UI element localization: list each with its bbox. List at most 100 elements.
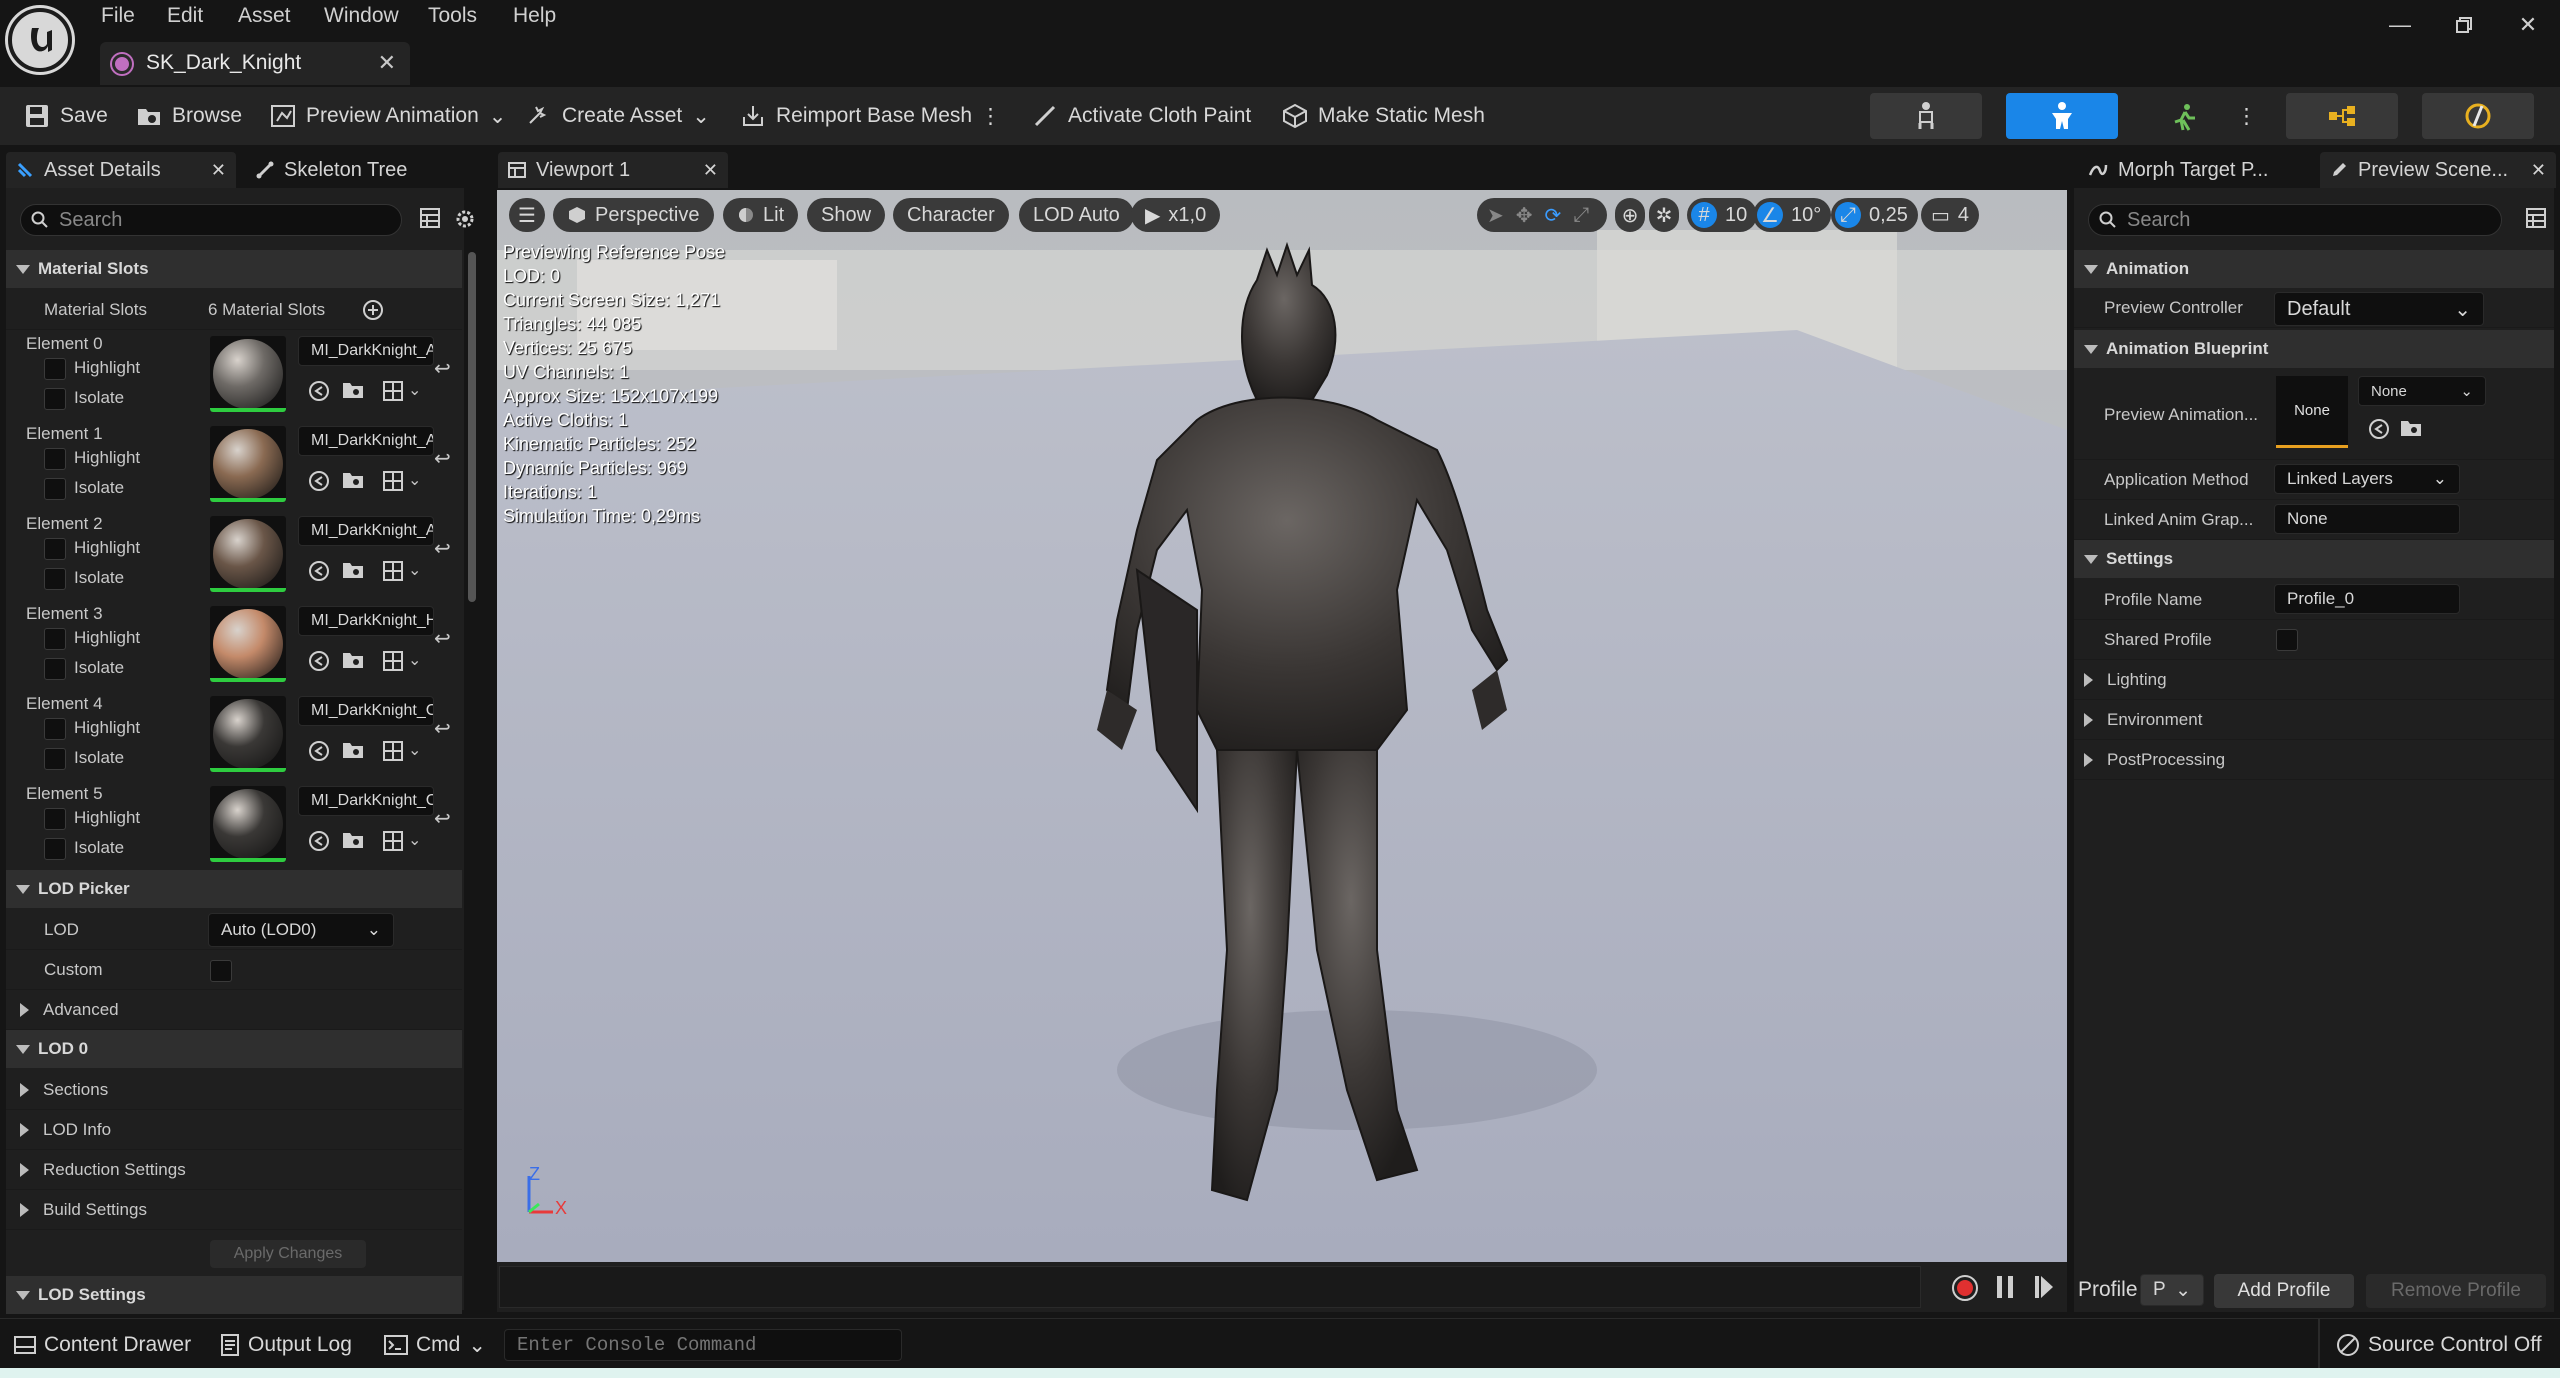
- browse-button[interactable]: Browse: [136, 95, 242, 137]
- menu-asset[interactable]: Asset: [238, 4, 291, 34]
- chevron-down-icon[interactable]: ⌄: [408, 740, 421, 760]
- isolate-checkbox[interactable]: [44, 478, 66, 500]
- chevron-down-icon[interactable]: ⌄: [408, 830, 421, 850]
- menu-window[interactable]: Window: [324, 4, 399, 34]
- perspective-button[interactable]: Perspective: [553, 198, 714, 232]
- material-options-icon[interactable]: [382, 830, 404, 852]
- use-selected-icon[interactable]: [2368, 418, 2390, 440]
- highlight-checkbox[interactable]: [44, 808, 66, 830]
- material-dropdown[interactable]: MI_DarkKnight_A: [298, 426, 434, 456]
- application-method-dropdown[interactable]: Linked Layers ⌄: [2274, 464, 2460, 494]
- material-options-icon[interactable]: [382, 380, 404, 402]
- 3d-viewport[interactable]: ☰ Perspective Lit Show Character LOD Aut…: [497, 190, 2067, 1262]
- environment-row[interactable]: Environment: [2074, 700, 2554, 740]
- tab-preview-scene-settings[interactable]: Preview Scene... ✕: [2320, 152, 2556, 188]
- apply-changes-button[interactable]: Apply Changes: [210, 1240, 366, 1268]
- save-button[interactable]: Save: [24, 95, 108, 137]
- cmd-dropdown[interactable]: Cmd ⌄: [384, 1329, 486, 1361]
- preview-animation-button[interactable]: Preview Animation ⌄: [270, 95, 506, 137]
- browse-folder-icon[interactable]: [342, 830, 364, 850]
- material-dropdown[interactable]: MI_DarkKnight_C: [298, 696, 434, 726]
- material-options-icon[interactable]: [382, 560, 404, 582]
- chevron-down-icon[interactable]: ⌄: [408, 380, 421, 400]
- reset-to-default-icon[interactable]: ↩: [434, 716, 451, 741]
- source-control-button[interactable]: Source Control Off: [2336, 1329, 2542, 1361]
- preview-animation-dropdown[interactable]: None ⌄: [2358, 376, 2486, 406]
- content-drawer-button[interactable]: Content Drawer: [14, 1329, 191, 1361]
- preview-animation-thumbnail[interactable]: None: [2276, 376, 2348, 448]
- material-thumbnail[interactable]: [210, 606, 286, 682]
- isolate-checkbox[interactable]: [44, 838, 66, 860]
- lighting-row[interactable]: Lighting: [2074, 660, 2554, 700]
- menu-edit[interactable]: Edit: [167, 4, 203, 34]
- close-tab-icon[interactable]: ✕: [211, 160, 226, 181]
- show-button[interactable]: Show: [807, 198, 886, 232]
- material-thumbnail[interactable]: [210, 426, 286, 502]
- reset-to-default-icon[interactable]: ↩: [434, 446, 451, 471]
- record-icon[interactable]: [1951, 1274, 1979, 1302]
- unreal-logo-icon[interactable]: [8, 8, 72, 72]
- isolate-checkbox[interactable]: [44, 658, 66, 680]
- rotation-snap-button[interactable]: ∠ 10°: [1753, 198, 1832, 232]
- material-thumbnail[interactable]: [210, 786, 286, 862]
- create-asset-button[interactable]: Create Asset ⌄: [526, 95, 710, 137]
- mesh-mode-button[interactable]: [2006, 93, 2118, 139]
- character-button[interactable]: Character: [893, 198, 1009, 232]
- physics-mode-button[interactable]: [2422, 93, 2534, 139]
- preview-scene-search-input[interactable]: Search: [2088, 204, 2502, 236]
- use-selected-icon[interactable]: [308, 380, 330, 402]
- skeleton-mode-button[interactable]: [1870, 93, 1982, 139]
- browse-folder-icon[interactable]: [342, 380, 364, 400]
- lod0-sections-row[interactable]: Sections: [6, 1070, 462, 1110]
- output-log-button[interactable]: Output Log: [220, 1329, 352, 1361]
- make-static-mesh-button[interactable]: Make Static Mesh: [1282, 95, 1485, 137]
- reset-to-default-icon[interactable]: ↩: [434, 356, 451, 381]
- blueprint-mode-button[interactable]: [2286, 93, 2398, 139]
- step-forward-icon[interactable]: [2033, 1274, 2055, 1300]
- material-dropdown[interactable]: MI_DarkKnight_A: [298, 336, 434, 366]
- reset-to-default-icon[interactable]: ↩: [434, 626, 451, 651]
- profile-select[interactable]: P ⌄: [2140, 1274, 2204, 1306]
- scale-tool-icon[interactable]: ⤢: [1573, 204, 1589, 227]
- use-selected-icon[interactable]: [308, 470, 330, 492]
- settings-gear-icon[interactable]: [454, 208, 476, 230]
- isolate-checkbox[interactable]: [44, 568, 66, 590]
- tab-skeleton-tree[interactable]: Skeleton Tree: [246, 152, 466, 188]
- close-tab-icon[interactable]: ✕: [378, 50, 396, 76]
- material-dropdown[interactable]: MI_DarkKnight_A: [298, 516, 434, 546]
- console-command-input[interactable]: [504, 1329, 902, 1361]
- browse-folder-icon[interactable]: [342, 470, 364, 490]
- animation-mode-icon[interactable]: [2162, 99, 2206, 135]
- close-tab-icon[interactable]: ✕: [2531, 160, 2546, 181]
- tab-morph-target-preview[interactable]: Morph Target P...: [2078, 152, 2314, 188]
- linked-anim-field[interactable]: None: [2274, 504, 2460, 534]
- timeline-area[interactable]: [499, 1266, 1921, 1308]
- lod0-build-row[interactable]: Build Settings: [6, 1190, 462, 1230]
- remove-profile-button[interactable]: Remove Profile: [2366, 1274, 2546, 1308]
- play-speed-button[interactable]: ▶ x1,0: [1131, 198, 1221, 232]
- lod-dropdown[interactable]: Auto (LOD0) ⌄: [208, 913, 394, 947]
- move-tool-icon[interactable]: ✥: [1516, 203, 1533, 228]
- select-tool-icon[interactable]: ➤: [1487, 203, 1504, 228]
- lod-settings-section-header[interactable]: LOD Settings: [6, 1276, 462, 1314]
- surface-snap-button[interactable]: ✲: [1649, 198, 1679, 232]
- add-slot-icon[interactable]: [362, 299, 384, 321]
- lod0-reduction-row[interactable]: Reduction Settings: [6, 1150, 462, 1190]
- table-view-icon[interactable]: [2526, 208, 2546, 228]
- highlight-checkbox[interactable]: [44, 448, 66, 470]
- postprocessing-row[interactable]: PostProcessing: [2074, 740, 2554, 780]
- material-thumbnail[interactable]: [210, 336, 286, 412]
- material-dropdown[interactable]: MI_DarkKnight_C: [298, 786, 434, 816]
- minimize-icon[interactable]: —: [2380, 8, 2420, 42]
- preview-controller-dropdown[interactable]: Default ⌄: [2274, 292, 2484, 326]
- browse-folder-icon[interactable]: [342, 560, 364, 580]
- document-tab[interactable]: SK_Dark_Knight ✕: [100, 42, 410, 85]
- use-selected-icon[interactable]: [308, 650, 330, 672]
- use-selected-icon[interactable]: [308, 740, 330, 762]
- material-options-icon[interactable]: [382, 740, 404, 762]
- close-tab-icon[interactable]: ✕: [703, 160, 718, 181]
- add-profile-button[interactable]: Add Profile: [2214, 1274, 2354, 1308]
- details-search-input[interactable]: Search: [20, 204, 402, 236]
- use-selected-icon[interactable]: [308, 830, 330, 852]
- chevron-down-icon[interactable]: ⌄: [408, 650, 421, 670]
